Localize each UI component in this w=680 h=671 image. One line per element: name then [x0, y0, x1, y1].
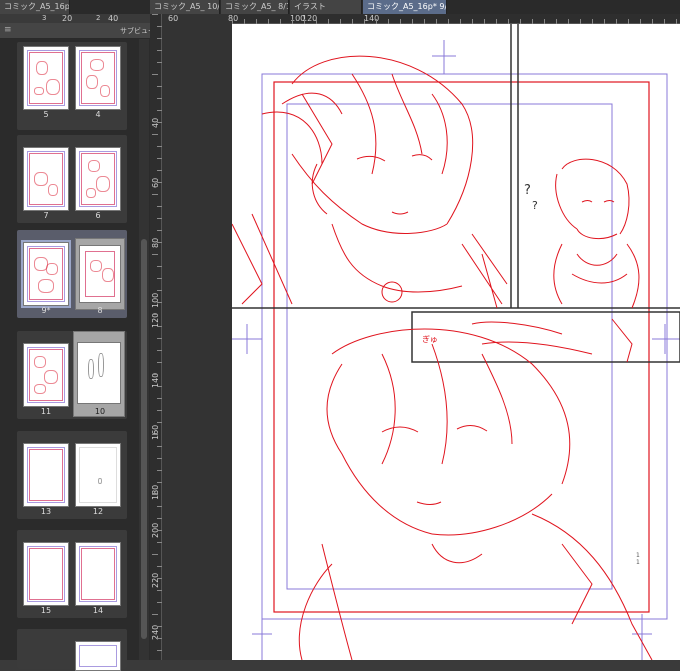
ruler-label: 220 — [151, 572, 160, 588]
spread-item[interactable]: 15 14 — [17, 530, 127, 618]
tab-label: イラスト — [294, 2, 326, 11]
ruler-tick — [152, 554, 158, 555]
ruler-label: 180 — [151, 484, 160, 500]
page-thumbnail[interactable] — [23, 147, 69, 211]
tab-label: コミック_A5_16p* 9/16 — [367, 2, 447, 11]
horizontal-ruler: 20 40 60 80 100 120 140 — [62, 14, 680, 24]
spread-item[interactable]: 5 4 — [17, 42, 127, 130]
page-number: 6 — [95, 211, 101, 220]
vertical-ruler: 40 60 80 100 120 140 160 180 200 220 240 — [150, 14, 163, 660]
ruler-tick — [152, 14, 158, 15]
page-thumbnail[interactable] — [75, 641, 121, 671]
page-number: 10 — [94, 407, 106, 416]
ruler-label: 100 — [151, 292, 160, 308]
tab-illust[interactable]: イラスト — [290, 0, 362, 14]
ruler-label: 60 — [168, 14, 179, 23]
page-thumbnail-panel: 5 4 7 6 9* 8 11 10 13 12 15 14 — [0, 39, 150, 671]
question-mark-text: ? — [524, 183, 531, 198]
panel-menu-icon[interactable]: ≡ — [4, 25, 12, 35]
ruler-tick — [152, 314, 158, 315]
tab-label: コミック_A5_ 8/16 — [225, 2, 289, 11]
sfx-text: ぎゅ — [422, 334, 438, 344]
tab-label: コミック_A5_ 10/16 — [154, 2, 220, 11]
ruler-tick — [152, 254, 158, 255]
tab-label: コミック_A5_16p... — [4, 2, 70, 11]
ruler-tick — [152, 434, 158, 435]
scrollbar-thumb[interactable] — [141, 239, 147, 639]
page-number: 4 — [95, 110, 101, 119]
ruler-tick — [152, 74, 158, 75]
ruler-tick — [152, 194, 158, 195]
tab-document-2[interactable]: コミック_A5_ 10/16 — [150, 0, 220, 14]
page-thumbnail-current[interactable] — [21, 240, 71, 308]
page-thumbnail[interactable] — [23, 443, 69, 507]
document-tab-bar: コミック_A5_16p... コミック_A5_ 10/16 コミック_A5_ 8… — [0, 0, 680, 14]
ruler-label: 20 — [62, 14, 73, 23]
ruler-label: 80 — [228, 14, 239, 23]
page-number: 5 — [43, 110, 49, 119]
page-number: 15 — [40, 606, 52, 615]
page-number: 3 — [42, 14, 47, 22]
ruler-label: 160 — [151, 424, 160, 440]
spread-item[interactable] — [17, 629, 127, 671]
spread-item-selected[interactable]: 9* 8 — [17, 230, 127, 318]
page-thumbnail[interactable] — [75, 238, 125, 310]
page-number: 14 — [92, 606, 104, 615]
page-number: 2 — [96, 14, 101, 22]
subview-scrollbar[interactable] — [139, 39, 149, 660]
ruler-tick — [152, 134, 158, 135]
page-thumbnail[interactable] — [23, 542, 69, 606]
canvas-margin — [162, 14, 232, 660]
page-number: 7 — [43, 211, 49, 220]
page-thumbnail[interactable] — [75, 147, 121, 211]
spread-item[interactable]: 7 6 — [17, 135, 127, 223]
ruler-label: 40 — [108, 14, 119, 23]
ruler-tick — [152, 374, 158, 375]
tab-document-1[interactable]: コミック_A5_16p... — [0, 0, 70, 14]
previous-spread-strip: 3 2 — [0, 14, 150, 23]
ruler-tick — [152, 614, 158, 615]
question-mark-text: ? — [532, 199, 538, 212]
page-number: 12 — [92, 507, 104, 516]
nombre-text: 1 1 — [636, 552, 640, 566]
page-thumbnail[interactable] — [23, 343, 69, 407]
page-number: 9* — [41, 306, 51, 315]
drawing-canvas[interactable]: ? ? ぎゅ 1 1 — [232, 24, 680, 660]
page-thumbnail[interactable] — [73, 331, 125, 417]
page-number: 13 — [40, 507, 52, 516]
page-number: 8 — [97, 306, 103, 315]
tab-active-document[interactable]: コミック_A5_16p* 9/16× — [363, 0, 447, 14]
spread-item[interactable]: 11 10 — [17, 331, 127, 419]
ruler-tick — [152, 494, 158, 495]
manga-page-sketch: ? ? ぎゅ — [232, 24, 680, 660]
page-thumbnail[interactable] — [23, 46, 69, 110]
page-thumbnail[interactable] — [75, 542, 121, 606]
tab-document-3[interactable]: コミック_A5_ 8/16 — [221, 0, 289, 14]
page-number: 11 — [40, 407, 52, 416]
spread-item[interactable]: 13 12 — [17, 431, 127, 519]
page-thumbnail[interactable] — [75, 443, 121, 507]
page-thumbnail[interactable] — [75, 46, 121, 110]
